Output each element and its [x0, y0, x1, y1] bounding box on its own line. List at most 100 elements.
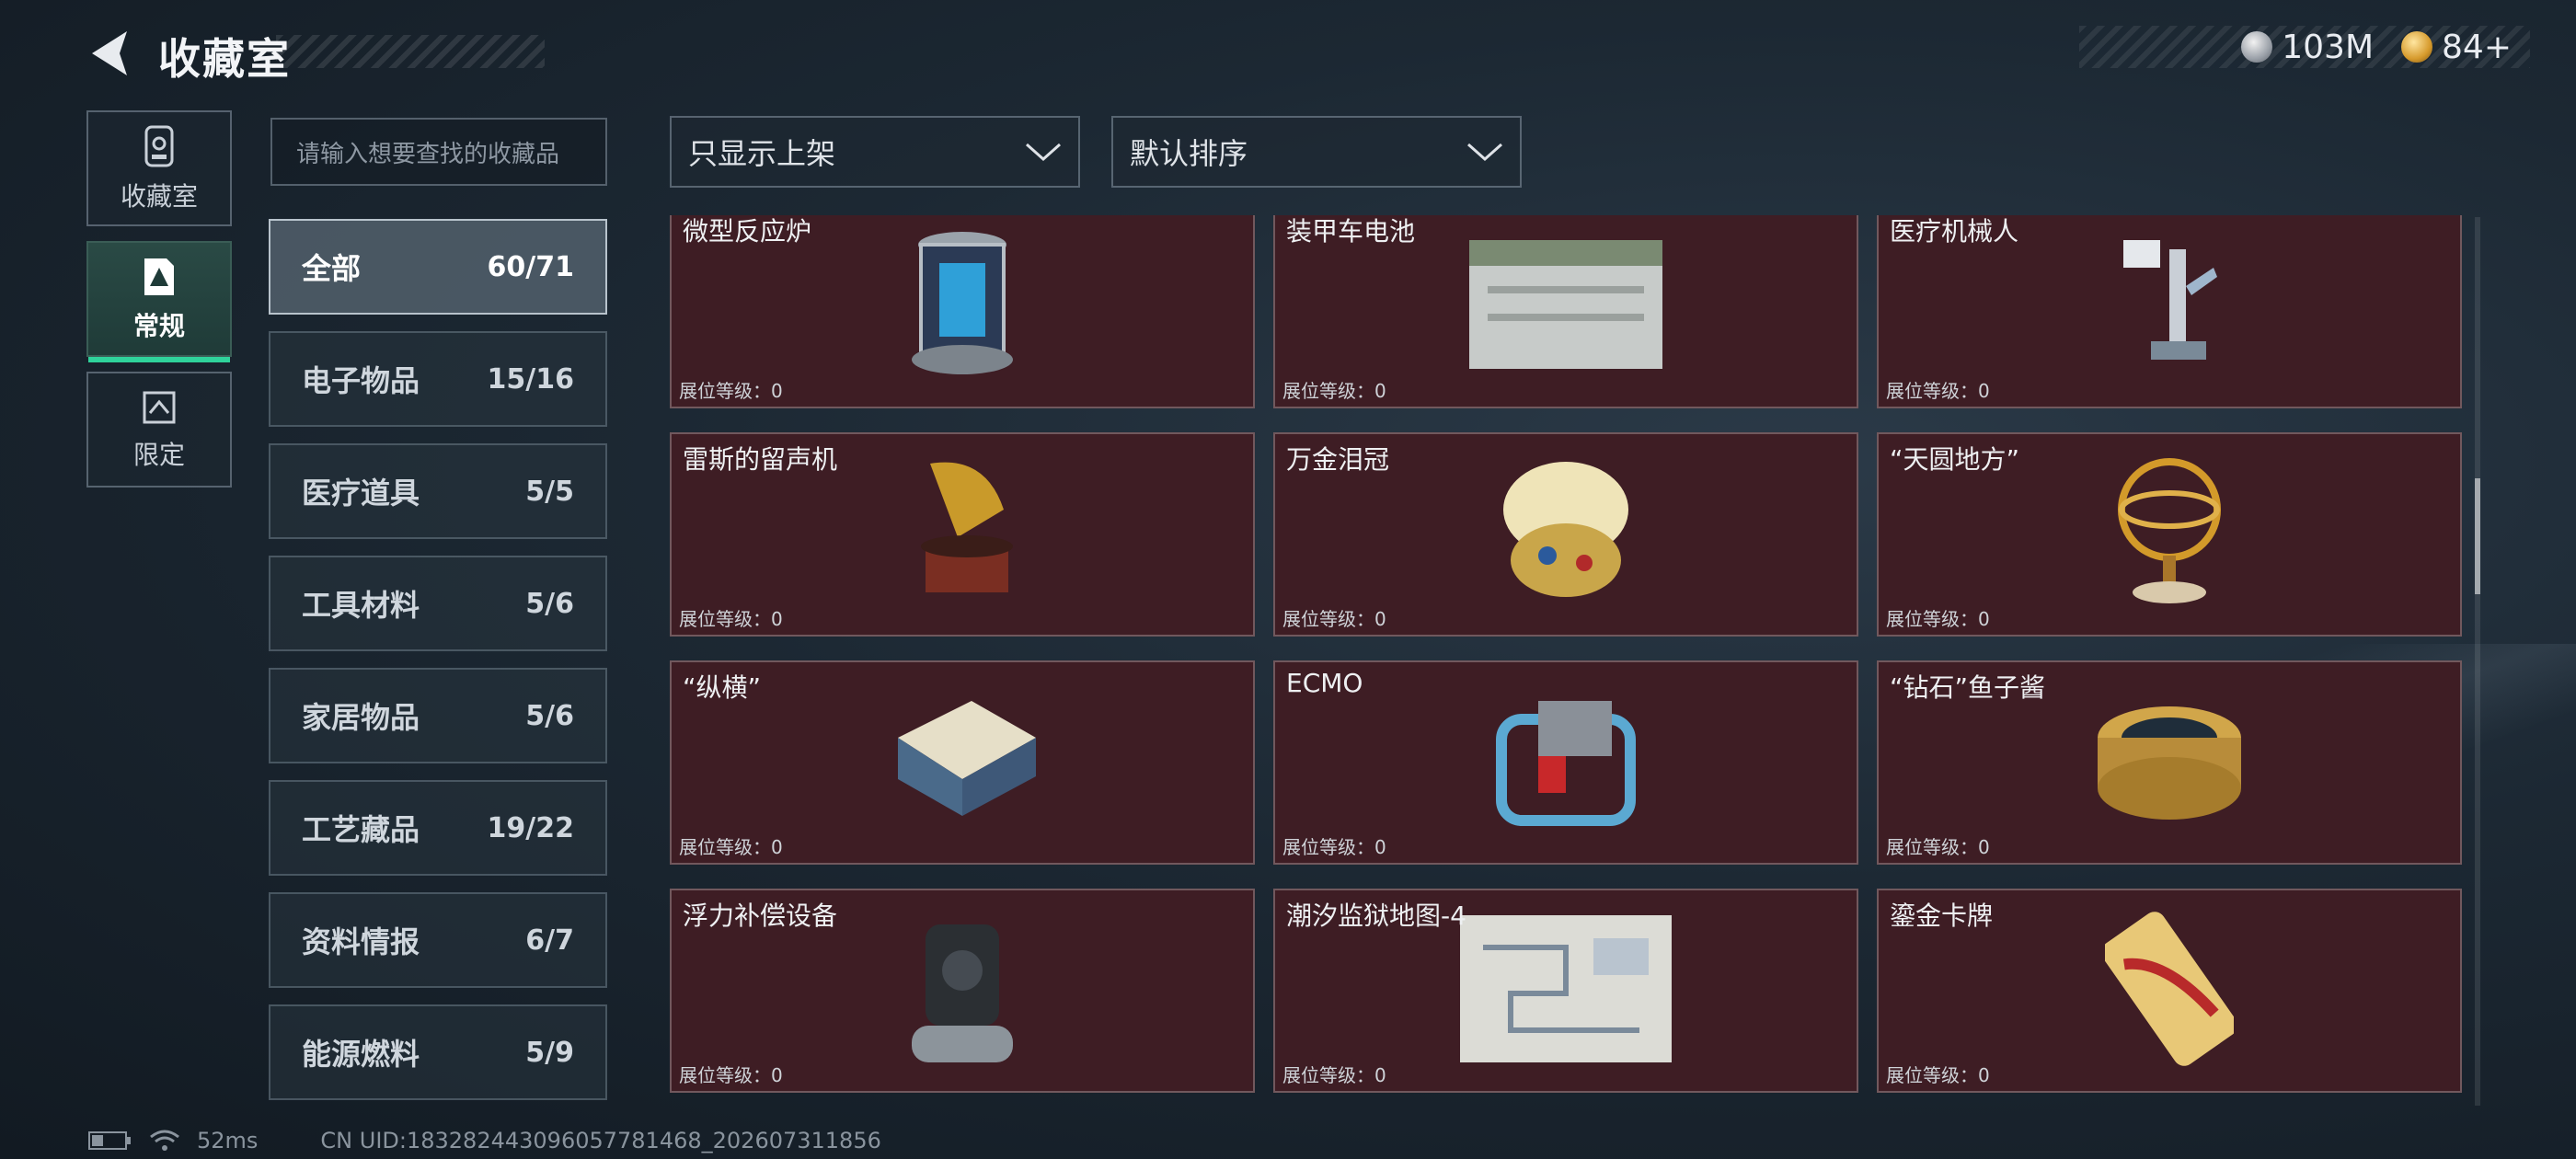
- category-count: 5/6: [525, 587, 574, 620]
- item-grid: 微型反应炉 展位等级：0 装甲车电池 展位等级：0 医疗机械人 展位等级：0 雷斯的留声机展…: [670, 215, 2464, 1111]
- item-display-level: 展位等级：0: [1886, 836, 1990, 858]
- bcd-icon: [898, 906, 1027, 1075]
- collection-card[interactable]: ECMO 展位等级：0: [1273, 660, 1858, 865]
- search-input[interactable]: 请输入想要查找的收藏品: [270, 118, 607, 186]
- item-name: “纵横”: [683, 672, 762, 703]
- item-display-level: 展位等级：0: [679, 1064, 783, 1086]
- category-item[interactable]: 医疗道具 5/5: [269, 443, 607, 539]
- category-label: 全部: [302, 251, 362, 286]
- status-footer: 52ms CN UID:1832824430960577814​68_20260…: [88, 1128, 881, 1153]
- item-name: 鎏金卡牌: [1890, 901, 1994, 931]
- category-item[interactable]: 资料情报 6/7: [269, 892, 607, 988]
- item-name: 浮力补偿设备: [683, 901, 838, 931]
- category-item[interactable]: 能源燃料 5/9: [269, 1004, 607, 1100]
- collection-card[interactable]: “天圆地方” 展位等级：0: [1877, 432, 2462, 637]
- category-label: 能源燃料: [302, 1037, 420, 1072]
- silver-amount: 103M: [2282, 28, 2375, 66]
- category-item[interactable]: 电子物品 15/16: [269, 331, 607, 427]
- gold-coin-icon: [2401, 31, 2433, 63]
- silver-coin-icon: [2241, 31, 2273, 63]
- item-display-level: 展位等级：0: [679, 836, 783, 858]
- sort-label: 默认排序: [1130, 136, 1248, 171]
- jeweled-egg-icon: [1492, 454, 1639, 614]
- collection-card[interactable]: 潮汐监狱地图-4 展位等级：0: [1273, 889, 1858, 1093]
- chevron-down-icon: [1467, 143, 1502, 162]
- category-item[interactable]: 工具材料 5/6: [269, 556, 607, 651]
- wifi-icon: [150, 1130, 179, 1151]
- item-name: “天圆地方”: [1890, 444, 2020, 475]
- category-label: 工艺藏品: [302, 812, 420, 847]
- armillary-sphere-icon: [2110, 454, 2229, 614]
- gold-card-icon: [2101, 906, 2237, 1075]
- category-label: 医疗道具: [302, 476, 420, 511]
- gold-amount: 84+: [2442, 28, 2512, 66]
- category-count: 5/5: [525, 475, 574, 508]
- category-count: 5/9: [525, 1036, 574, 1069]
- collection-card[interactable]: 雷斯的留声机 展位等级：0: [670, 432, 1255, 637]
- collection-card[interactable]: 鎏金卡牌展位等级：0: [1877, 889, 2462, 1093]
- chevron-down-icon: [1026, 143, 1061, 162]
- collection-card[interactable]: 微型反应炉展位等级：0: [670, 215, 1255, 408]
- item-name: 万金泪冠: [1286, 444, 1390, 475]
- nav-regular-label: 常规: [132, 311, 185, 341]
- back-arrow-icon[interactable]: [85, 26, 140, 81]
- category-item[interactable]: 全部 60/71: [269, 219, 607, 315]
- map-icon: [1455, 911, 1676, 1071]
- category-item[interactable]: 家居物品 5/6: [269, 668, 607, 763]
- show-filter-label: 只显示上架: [688, 136, 836, 171]
- category-count: 15/16: [487, 362, 574, 396]
- nav-collection-label: 收藏室: [120, 181, 198, 212]
- item-name: 雷斯的留声机: [683, 444, 838, 475]
- item-display-level: 展位等级：0: [1282, 1064, 1386, 1086]
- currency-gold[interactable]: 84+: [2401, 29, 2512, 66]
- item-name: 医疗机械人: [1890, 216, 2019, 247]
- page-title: 收藏室: [158, 34, 291, 84]
- grid-scrollbar-track[interactable]: [2475, 217, 2480, 1106]
- battery-icon: [1460, 231, 1672, 382]
- item-display-level: 展位等级：0: [1886, 380, 1990, 402]
- ecmo-icon: [1483, 683, 1649, 843]
- item-name: ECMO: [1286, 668, 1363, 698]
- medical-robot-icon: [2114, 231, 2225, 382]
- item-display-level: 展位等级：0: [1282, 380, 1386, 402]
- nav-collection[interactable]: 收藏室: [86, 110, 232, 226]
- category-count: 60/71: [487, 250, 574, 283]
- collection-card[interactable]: “钻石”鱼子酱 展位等级：0: [1877, 660, 2462, 865]
- currency-bar: 103M 84+: [2079, 26, 2530, 68]
- category-count: 5/6: [525, 699, 574, 732]
- nav-regular[interactable]: 常规: [86, 241, 232, 362]
- nav-limited[interactable]: 限定: [86, 372, 232, 488]
- regular-icon: [144, 258, 174, 295]
- uid-text: CN UID:1832824430960577814​68_2026073118…: [320, 1128, 881, 1153]
- show-filter-dropdown[interactable]: 只显示上架: [670, 116, 1080, 188]
- title-decoration: [276, 35, 545, 68]
- grid-scrollbar-thumb[interactable]: [2475, 478, 2480, 594]
- currency-silver: 103M: [2241, 29, 2374, 66]
- limited-icon: [143, 391, 176, 424]
- collection-card[interactable]: 装甲车电池展位等级：0: [1273, 215, 1858, 408]
- category-label: 工具材料: [302, 588, 420, 623]
- item-display-level: 展位等级：0: [679, 380, 783, 402]
- item-name: 微型反应炉: [683, 216, 812, 247]
- item-display-level: 展位等级：0: [1282, 836, 1386, 858]
- category-item[interactable]: 工艺藏品 19/22: [269, 780, 607, 876]
- collection-card[interactable]: 医疗机械人展位等级：0: [1877, 215, 2462, 408]
- collection-card[interactable]: 浮力补偿设备展位等级：0: [670, 889, 1255, 1093]
- item-name: 装甲车电池: [1286, 216, 1416, 247]
- sort-dropdown[interactable]: 默认排序: [1111, 116, 1522, 188]
- item-name: 潮汐监狱地图-4: [1286, 901, 1466, 931]
- gramophone-icon: [903, 454, 1022, 614]
- category-count: 6/7: [525, 924, 574, 957]
- ping-value: 52ms: [197, 1128, 259, 1153]
- collection-card[interactable]: 万金泪冠 展位等级：0: [1273, 432, 1858, 637]
- category-label: 家居物品: [302, 700, 420, 735]
- category-count: 19/22: [487, 811, 574, 844]
- nav-limited-label: 限定: [132, 440, 185, 470]
- battery-status-icon: [88, 1131, 131, 1150]
- chessboard-icon: [880, 692, 1045, 833]
- category-label: 电子物品: [302, 363, 420, 398]
- collection-card[interactable]: “纵横” 展位等级：0: [670, 660, 1255, 865]
- collection-icon: [144, 125, 174, 167]
- item-display-level: 展位等级：0: [1886, 1064, 1990, 1086]
- search-placeholder: 请输入想要查找的收藏品: [296, 140, 560, 168]
